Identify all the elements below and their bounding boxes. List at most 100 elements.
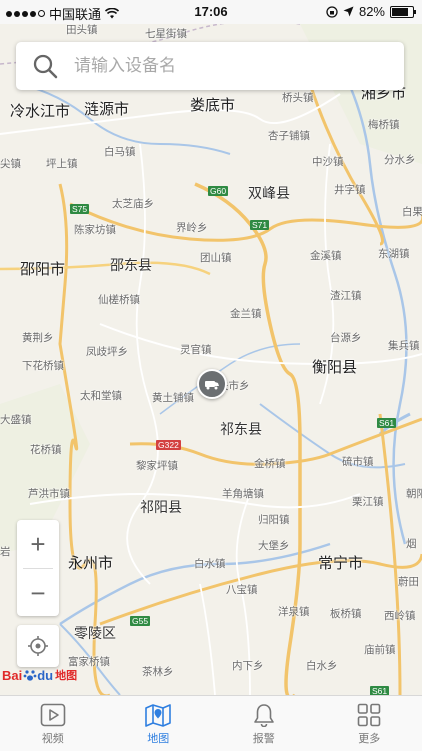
map-label-county: 祁东县 (220, 422, 262, 437)
tab-label: 更多 (358, 730, 380, 746)
locate-icon (27, 635, 49, 657)
map-label-town: 芦洪市镇 (28, 488, 70, 500)
logo-text-du: du (37, 668, 53, 683)
map-label-city: 冷水江市 (10, 104, 70, 120)
map-label-town: 大堡乡 (258, 540, 290, 552)
map-label-county: 祁阳县 (140, 500, 182, 515)
map-label-town: 中沙镇 (312, 156, 344, 168)
map-label-town: 茶林乡 (142, 666, 174, 678)
map-label-town: 黄荆乡 (22, 332, 54, 344)
paw-icon (23, 668, 37, 682)
map-label-town: 金溪镇 (310, 250, 342, 262)
locate-button[interactable] (17, 625, 59, 667)
map-label-town: 硫市镇 (342, 456, 374, 468)
map-label-town: 金桥镇 (254, 458, 286, 470)
map-label-county: 零陵区 (74, 626, 116, 641)
map-label-city: 衡阳县 (312, 360, 357, 376)
map-label-town: 桥头镇 (282, 92, 314, 104)
map-label-town: 太和堂镇 (80, 390, 122, 402)
map-label-town: 羊角塘镇 (222, 488, 264, 500)
map-label-town: 凤歧坪乡 (86, 346, 128, 358)
map-label-city: 常宁市 (318, 556, 363, 572)
map-label-town: 岩 (0, 546, 11, 558)
map-icon (144, 703, 172, 727)
road-shield: G55 (130, 616, 150, 626)
map-label-town: 仙槎桥镇 (98, 294, 140, 306)
map-label-town: 台源乡 (330, 332, 362, 344)
map-label-town: 板桥镇 (330, 608, 362, 620)
location-arrow-icon (343, 6, 354, 17)
zoom-out-button[interactable]: − (17, 569, 59, 617)
map-label-town: 白水镇 (194, 558, 226, 570)
map-label-town: 下花桥镇 (22, 360, 64, 372)
map-label-town: 梅桥镇 (368, 119, 400, 131)
map-label-town: 陈家坊镇 (74, 224, 116, 236)
tab-video[interactable]: 视频 (0, 696, 106, 751)
map-label-town: 大盛镇 (0, 414, 32, 426)
rotation-lock-icon (326, 6, 338, 18)
battery-percent: 82% (359, 4, 385, 19)
logo-text-bai: Bai (2, 668, 22, 683)
map-label-town: 洋泉镇 (278, 606, 310, 618)
road-shield: S61 (370, 686, 389, 695)
video-icon (40, 703, 66, 727)
map-label-town: 团山镇 (200, 252, 232, 264)
map-label-city: 涟源市 (84, 102, 129, 118)
map-label-town: 坪上镇 (46, 158, 78, 170)
tab-alarm[interactable]: 报警 (211, 696, 317, 751)
device-search-bar[interactable] (16, 42, 404, 90)
map-label-town: 白果 (402, 206, 422, 218)
map-label-town: 界岭乡 (176, 222, 208, 234)
map-label-county: 邵东县 (110, 258, 152, 273)
map-label-town: 花桥镇 (30, 444, 62, 456)
grid-icon (357, 703, 381, 727)
map-label-town: 太芝庙乡 (112, 198, 154, 210)
tab-more[interactable]: 更多 (317, 696, 422, 751)
map-label-county: 双峰县 (248, 186, 290, 201)
map-label-town: 内下乡 (232, 660, 264, 672)
bottom-tab-bar: 视频 地图 报警 更多 (0, 695, 422, 751)
map-label-city: 永州市 (68, 556, 113, 572)
map-label-town: 七星街镇 (145, 28, 187, 40)
zoom-control: + − (17, 520, 59, 616)
map-label-town: 金兰镇 (230, 308, 262, 320)
map-label-town: 八宝镇 (226, 584, 258, 596)
road-shield: S75 (70, 204, 89, 214)
map-view[interactable]: 田头镇 七星街镇 桥头镇 冷水江市 涟源市 娄底市 湘乡市 杏子铺镇 梅桥镇 中… (0, 24, 422, 695)
map-label-city: 邵阳市 (20, 262, 65, 278)
bell-icon (252, 703, 276, 727)
map-label-town: 栗江镇 (352, 496, 384, 508)
map-label-town: 田头镇 (66, 24, 98, 36)
map-label-town: 东湖镇 (378, 248, 410, 260)
road-shield: G322 (156, 440, 181, 450)
map-label-town: 灵官镇 (180, 344, 212, 356)
road-shield: G60 (208, 186, 228, 196)
map-label-town: 白马镇 (104, 146, 136, 158)
road-shield: S61 (377, 418, 396, 428)
map-label-town: 杏子铺镇 (268, 130, 310, 142)
tab-label: 地图 (147, 730, 169, 746)
map-label-town: 蔚田 (398, 576, 419, 588)
map-label-town: 归阳镇 (258, 514, 290, 526)
status-bar: 中国联通 17:06 82% (0, 0, 422, 24)
device-search-input[interactable] (72, 55, 376, 77)
map-label-town: 分水乡 (384, 154, 416, 166)
status-right: 82% (326, 4, 414, 19)
vehicle-marker[interactable] (197, 369, 227, 399)
search-icon (32, 53, 58, 79)
map-label-town: 黎家坪镇 (136, 460, 178, 472)
map-label-town: 西岭镇 (384, 610, 416, 622)
map-label-town: 白水乡 (306, 660, 338, 672)
map-label-town: 井字镇 (334, 184, 366, 196)
baidu-map-logo: Bai du 地图 (2, 667, 77, 683)
map-label-town: 渣江镇 (330, 290, 362, 302)
battery-icon (390, 6, 414, 18)
map-label-town: 集兵镇 (388, 340, 420, 352)
tab-label: 报警 (253, 730, 275, 746)
tab-map[interactable]: 地图 (106, 696, 212, 751)
zoom-in-button[interactable]: + (17, 520, 59, 568)
map-label-town: 烟 (406, 538, 417, 550)
road-shield: S71 (250, 220, 269, 230)
map-label-town: 朝阳 (406, 488, 422, 500)
logo-text-ditu: 地图 (55, 667, 77, 683)
